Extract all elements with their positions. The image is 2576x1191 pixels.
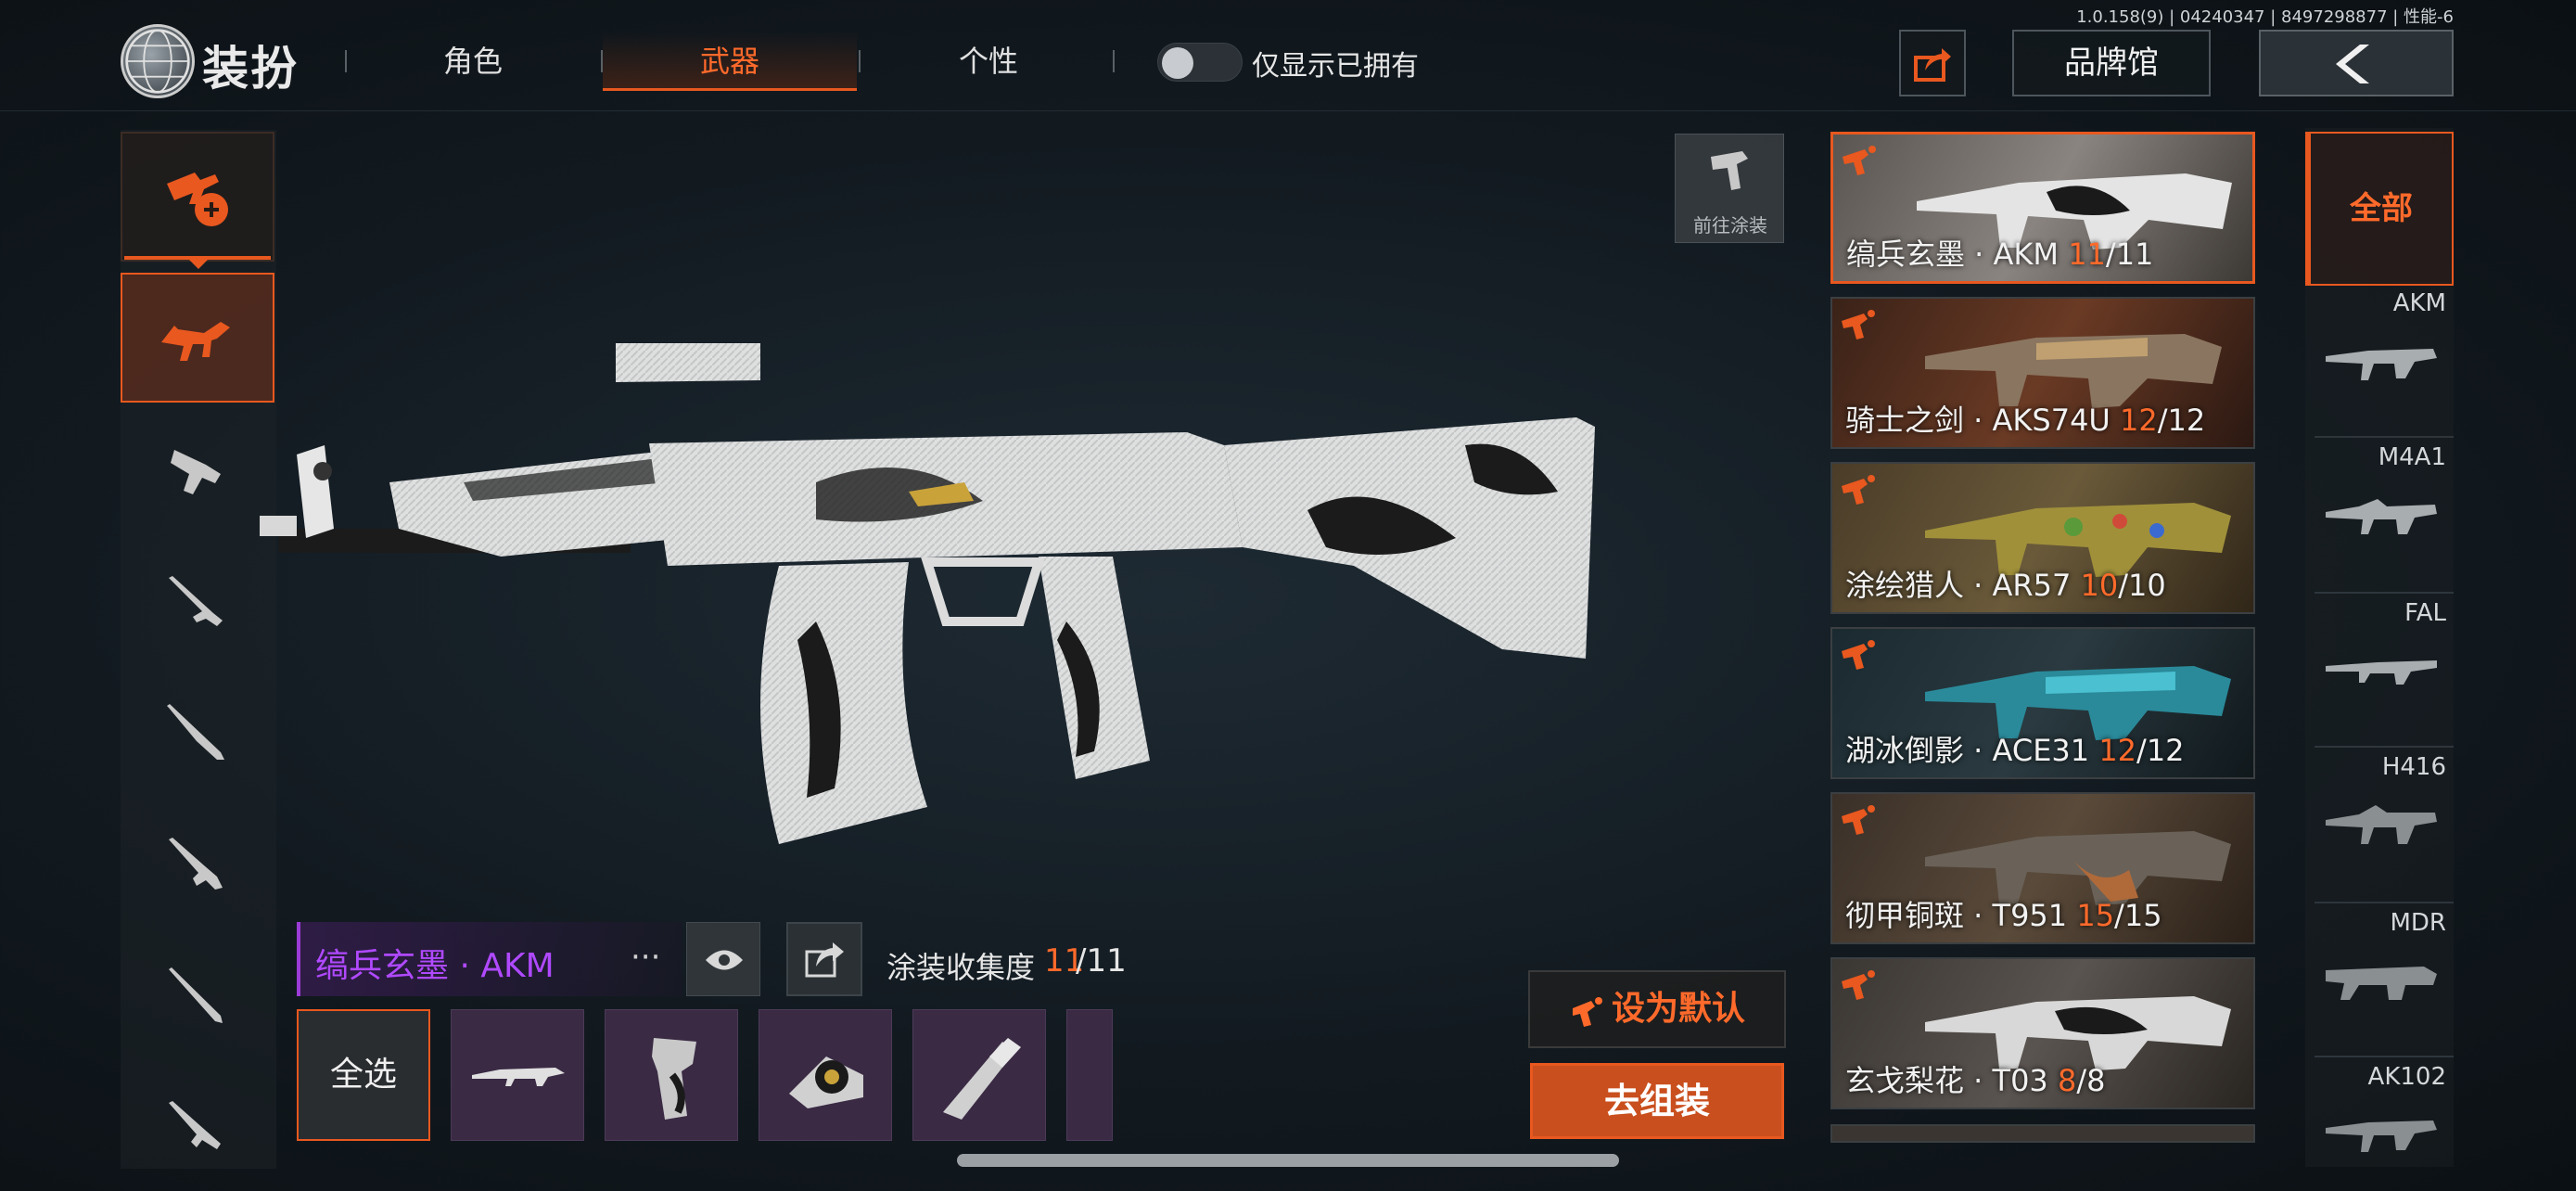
share-button[interactable]: [1899, 30, 1966, 96]
weapon-type-assault-rifle[interactable]: [121, 273, 274, 403]
rifle-icon: [169, 967, 223, 1023]
select-all-parts-button[interactable]: 全选: [297, 1009, 430, 1141]
brand-hall-button[interactable]: 品牌馆: [2012, 30, 2211, 96]
skin-card-partial[interactable]: [1830, 1124, 2255, 1143]
page-title: 装扮: [202, 42, 299, 96]
divider: [2315, 592, 2454, 594]
selected-skin-name: 缟兵玄墨 · AKM: [315, 947, 555, 985]
share-icon: [805, 942, 844, 978]
spray-icon: [1572, 997, 1602, 1027]
part-slot-sight[interactable]: [759, 1009, 892, 1141]
skin-card[interactable]: 玄戈梨花 · T03 8/8: [1830, 957, 2255, 1109]
filter-weapon-label[interactable]: FAL: [2307, 599, 2446, 627]
build-info: 1.0.158(9) | 04240347 | 8497298877 | 性能-…: [2076, 7, 2454, 27]
spray-badge-icon: [1842, 805, 1875, 835]
assault-rifle-icon: [161, 322, 230, 361]
skin-card[interactable]: 缟兵玄墨 · AKM 11/11: [1830, 132, 2255, 284]
skin-card[interactable]: 彻甲铜斑 · T951 15/15: [1830, 792, 2255, 944]
share-icon: [1914, 48, 1951, 82]
weapon-type-sniper[interactable]: [121, 668, 274, 798]
weapon-category-tab[interactable]: [121, 132, 274, 262]
skin-card-title: 湖冰倒影 · ACE31 12/12: [1845, 733, 2185, 768]
skin-card-title: 彻甲铜斑 · T951 15/15: [1845, 898, 2162, 933]
weapon-type-shotgun[interactable]: [121, 536, 274, 666]
eye-icon: [706, 950, 743, 970]
filter-all-button[interactable]: 全部: [2305, 132, 2454, 286]
weapon-type-rifle[interactable]: [121, 931, 274, 1061]
skin-card-title: 骑士之剑 · AKS74U 12/12: [1845, 403, 2206, 438]
filter-weapon-label[interactable]: H416: [2307, 753, 2446, 781]
weapon-preview[interactable]: [260, 343, 1836, 918]
weapon-type-smg[interactable]: [121, 404, 274, 534]
stock-part-icon: [943, 1038, 1021, 1120]
weapon-type-dmr[interactable]: [121, 800, 274, 929]
grip-part-icon: [652, 1038, 696, 1120]
filter-weapon-label[interactable]: M4A1: [2307, 443, 2446, 471]
divider: [345, 50, 347, 72]
weapon-category-icon: [167, 173, 228, 226]
collection-total: /11: [1076, 942, 1127, 980]
set-default-label: 设为默认: [1611, 990, 1745, 1028]
dmr-icon: [169, 838, 223, 890]
back-chevron-icon: [2336, 45, 2369, 83]
globe-logo-icon: [121, 24, 195, 98]
spray-badge-icon: [1842, 970, 1875, 1000]
go-paint-button[interactable]: 前往涂装: [1675, 134, 1784, 243]
lmg-icon: [169, 1101, 221, 1149]
skin-card[interactable]: 骑士之剑 · AKS74U 12/12: [1830, 297, 2255, 449]
toggle-knob: [1162, 47, 1193, 79]
set-default-button[interactable]: 设为默认: [1528, 970, 1786, 1048]
akm-icon[interactable]: [2322, 338, 2442, 388]
part-slot-grip[interactable]: [605, 1009, 738, 1141]
weapon-type-lmg[interactable]: [121, 1063, 274, 1191]
divider: [859, 50, 861, 72]
caret-down-icon: [187, 258, 210, 269]
m4a1-icon[interactable]: [2322, 492, 2442, 542]
mdr-icon[interactable]: [2322, 955, 2442, 1005]
collection-label: 涂装收集度: [886, 950, 1036, 985]
gun-part-icon: [472, 1068, 565, 1086]
go-assemble-button[interactable]: 去组装: [1530, 1063, 1784, 1139]
sniper-icon: [167, 704, 224, 760]
preview-button[interactable]: [686, 922, 760, 996]
owned-only-label: 仅显示已拥有: [1252, 50, 1419, 83]
shotgun-icon: [169, 576, 223, 626]
tab-weapon[interactable]: 武器: [603, 32, 857, 91]
tab-personality[interactable]: 个性: [924, 32, 1053, 91]
filter-weapon-label[interactable]: MDR: [2307, 909, 2446, 937]
part-slot-partial[interactable]: [1066, 1009, 1113, 1141]
spray-badge-icon: [1842, 640, 1875, 670]
sight-part-icon: [789, 1057, 863, 1108]
spray-badge-icon: [1842, 475, 1875, 505]
owned-only-toggle[interactable]: [1157, 43, 1243, 82]
skin-card[interactable]: 湖冰倒影 · ACE31 12/12: [1830, 627, 2255, 779]
skin-card-title: 缟兵玄墨 · AKM 11/11: [1846, 237, 2154, 272]
back-button[interactable]: [2259, 30, 2454, 96]
skin-card-title: 玄戈梨花 · T03 8/8: [1845, 1063, 2106, 1098]
filter-weapon-label[interactable]: AK102: [2307, 1063, 2446, 1091]
divider: [1113, 50, 1115, 72]
smg-icon: [171, 450, 221, 494]
h416-icon[interactable]: [2322, 800, 2442, 850]
fal-icon[interactable]: [2322, 646, 2442, 696]
filter-weapon-label[interactable]: AKM: [2307, 289, 2446, 317]
divider: [2315, 902, 2454, 903]
skin-card[interactable]: 涂绘猎人 · AR57 10/10: [1830, 462, 2255, 614]
go-paint-label: 前往涂装: [1693, 214, 1767, 237]
tab-character[interactable]: 角色: [408, 32, 538, 91]
divider: [2315, 436, 2454, 438]
part-slot-full-gun[interactable]: [451, 1009, 584, 1141]
divider: [2315, 746, 2454, 748]
ak102-icon[interactable]: [2322, 1109, 2442, 1159]
skin-card-title: 涂绘猎人 · AR57 10/10: [1845, 568, 2166, 603]
home-indicator[interactable]: [957, 1154, 1619, 1167]
spray-badge-icon: [1843, 146, 1876, 175]
spray-gun-icon: [1711, 151, 1748, 190]
spray-badge-icon: [1842, 310, 1875, 339]
divider: [2315, 1056, 2454, 1057]
share-skin-button[interactable]: [786, 922, 862, 996]
part-slot-stock[interactable]: [912, 1009, 1046, 1141]
more-options-button[interactable]: ···: [631, 939, 660, 976]
